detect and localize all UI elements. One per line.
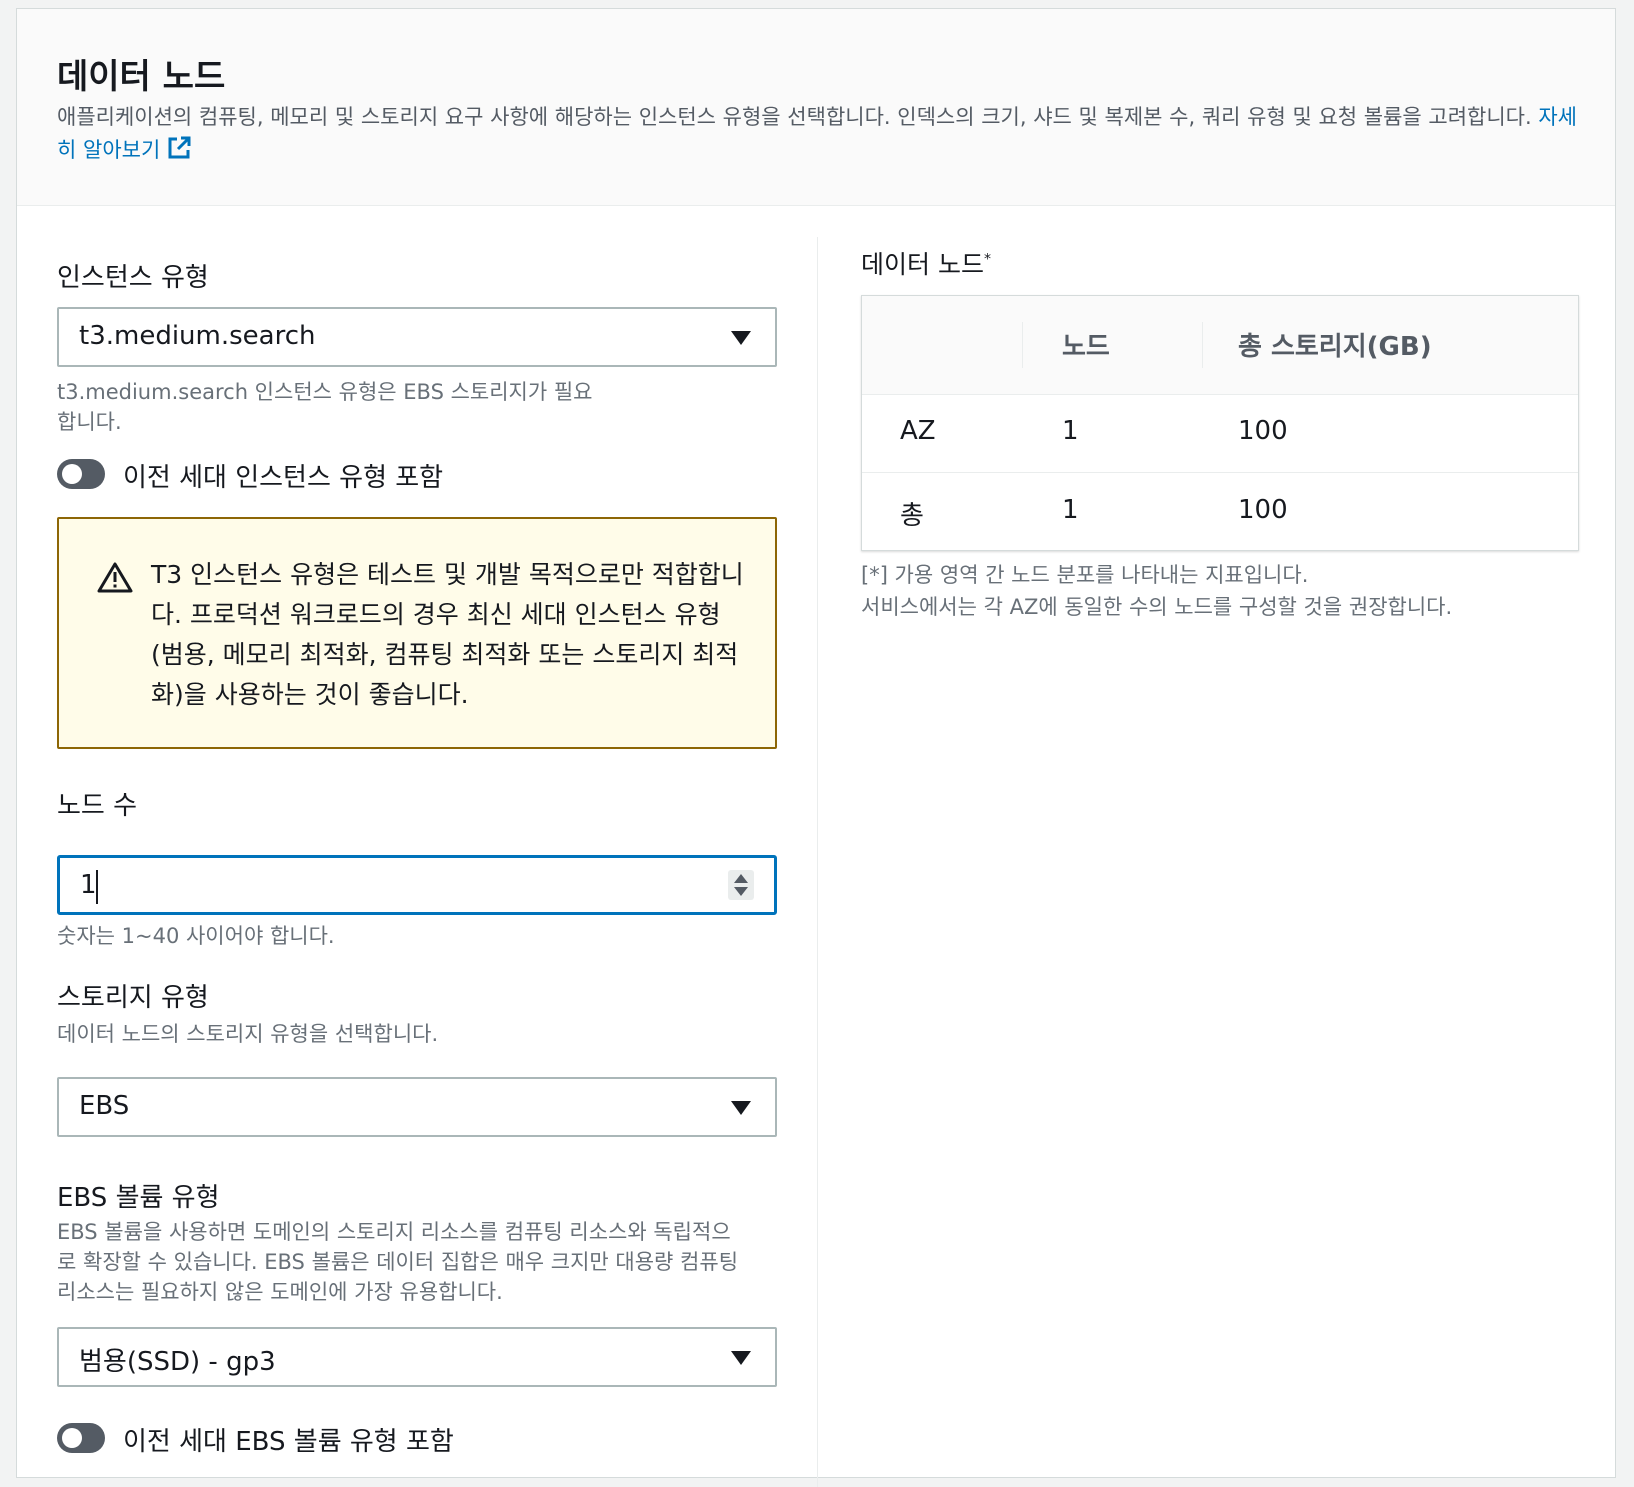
- table-cell: AZ: [900, 416, 936, 446]
- ebs-volume-description: EBS 볼륨을 사용하면 도메인의 스토리지 리소스를 컴퓨팅 리소스와 독립적…: [57, 1217, 738, 1307]
- decrement-icon: [734, 887, 748, 896]
- ebs-volume-description-line: 리소스는 필요하지 않은 도메인에 가장 유용합니다.: [57, 1280, 503, 1304]
- table-row: 총 1 100: [862, 473, 1578, 551]
- storage-type-select[interactable]: EBS: [57, 1077, 777, 1137]
- summary-title-text: 데이터 노드: [861, 250, 984, 279]
- panel-description: 애플리케이션의 컴퓨팅, 메모리 및 스토리지 요구 사항에 해당하는 인스턴스…: [57, 101, 1577, 171]
- panel-title: 데이터 노드: [57, 57, 226, 97]
- summary-title: 데이터 노드*: [861, 245, 991, 281]
- instance-type-hint: t3.medium.search 인스턴스 유형은 EBS 스토리지가 필요 합…: [57, 377, 593, 437]
- column-header: 노드: [1062, 332, 1110, 362]
- instance-type-hint-line: t3.medium.search 인스턴스 유형은 EBS 스토리지가 필요: [57, 380, 593, 404]
- table-cell: 1: [1062, 416, 1079, 446]
- storage-type-value: EBS: [79, 1091, 130, 1121]
- storage-type-description: 데이터 노드의 스토리지 유형을 선택합니다.: [57, 1022, 439, 1046]
- caret-down-icon: [731, 1351, 751, 1365]
- ebs-volume-description-line: EBS 볼륨을 사용하면 도메인의 스토리지 리소스를 컴퓨팅 리소스와 독립적…: [57, 1220, 731, 1244]
- table-footnote: [*] 가용 영역 간 노드 분포를 나타내는 지표입니다. 서비스에서는 각 …: [861, 559, 1452, 623]
- column-header: 총 스토리지(GB): [1238, 332, 1432, 362]
- table-header: 노드 총 스토리지(GB): [862, 296, 1578, 395]
- table-cell: 100: [1238, 495, 1288, 525]
- node-count-stepper[interactable]: [728, 870, 754, 900]
- instance-type-label: 인스턴스 유형: [57, 263, 209, 293]
- ebs-volume-type-value: 범용(SSD) - gp3: [79, 1347, 276, 1377]
- node-count-input[interactable]: 1: [57, 855, 777, 915]
- summary-title-marker: *: [983, 251, 991, 268]
- instance-type-select[interactable]: t3.medium.search: [57, 307, 777, 367]
- previous-gen-instance-toggle[interactable]: [57, 459, 105, 489]
- previous-gen-ebs-toggle[interactable]: [57, 1423, 105, 1453]
- node-distribution-table: 노드 총 스토리지(GB) AZ 1 100 총 1 100: [861, 295, 1579, 551]
- toggle-knob: [62, 1428, 82, 1448]
- caret-down-icon: [731, 331, 751, 345]
- footnote-line: 서비스에서는 각 AZ에 동일한 수의 노드를 구성할 것을 권장합니다.: [861, 595, 1453, 619]
- column-divider: [817, 237, 818, 1487]
- toggle-knob: [62, 464, 82, 484]
- instance-type-value: t3.medium.search: [79, 321, 316, 351]
- footnote-line: [*] 가용 영역 간 노드 분포를 나타내는 지표입니다.: [861, 563, 1309, 587]
- ebs-volume-type-select[interactable]: 범용(SSD) - gp3: [57, 1327, 777, 1387]
- node-count-hint: 숫자는 1~40 사이어야 합니다.: [57, 924, 335, 948]
- node-count-label: 노드 수: [57, 791, 138, 821]
- text-cursor: [96, 870, 98, 904]
- ebs-volume-type-label: EBS 볼륨 유형: [57, 1183, 220, 1213]
- instance-type-hint-line: 합니다.: [57, 410, 122, 434]
- t3-warning-alert: T3 인스턴스 유형은 테스트 및 개발 목적으로만 적합합니다. 프로덕션 워…: [57, 517, 777, 749]
- column-separator: [1022, 322, 1023, 368]
- caret-down-icon: [731, 1101, 751, 1115]
- external-link-icon: [166, 135, 192, 171]
- data-nodes-panel: 데이터 노드 애플리케이션의 컴퓨팅, 메모리 및 스토리지 요구 사항에 해당…: [16, 8, 1616, 1487]
- storage-type-label: 스토리지 유형: [57, 983, 209, 1013]
- description-text: 애플리케이션의 컴퓨팅, 메모리 및 스토리지 요구 사항에 해당하는 인스턴스…: [57, 105, 1532, 129]
- previous-gen-instance-toggle-label: 이전 세대 인스턴스 유형 포함: [123, 463, 444, 493]
- table-cell: 총: [900, 501, 924, 531]
- node-count-value: 1: [80, 870, 97, 900]
- warning-text: T3 인스턴스 유형은 테스트 및 개발 목적으로만 적합합니다. 프로덕션 워…: [151, 560, 744, 709]
- increment-icon: [734, 874, 748, 883]
- previous-gen-ebs-toggle-label: 이전 세대 EBS 볼륨 유형 포함: [123, 1427, 454, 1457]
- ebs-volume-description-line: 로 확장할 수 있습니다. EBS 볼륨은 데이터 집합은 매우 크지만 대용량…: [57, 1250, 739, 1274]
- table-cell: 1: [1062, 495, 1079, 525]
- table-row: AZ 1 100: [862, 394, 1578, 473]
- panel-header: 데이터 노드 애플리케이션의 컴퓨팅, 메모리 및 스토리지 요구 사항에 해당…: [17, 9, 1615, 206]
- warning-icon: [97, 561, 133, 597]
- column-separator: [1202, 322, 1203, 368]
- table-cell: 100: [1238, 416, 1288, 446]
